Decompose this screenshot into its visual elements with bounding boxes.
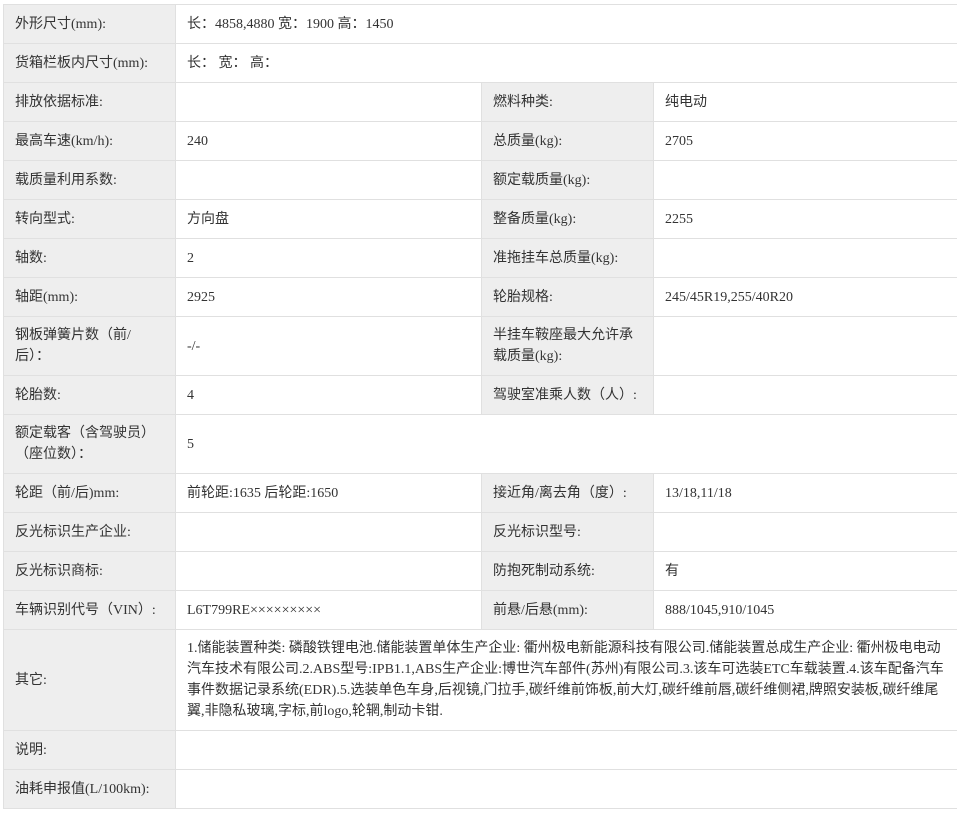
row-label: 轴距(mm): [4, 278, 176, 317]
row-value: 2 [176, 239, 482, 278]
row-label: 接近角/离去角（度）: [482, 474, 654, 513]
table-row: 说明: [4, 731, 957, 770]
row-label: 反光标识商标: [4, 552, 176, 591]
row-value: 2705 [654, 122, 957, 161]
row-value: 888/1045,910/1045 [654, 591, 957, 630]
row-value [176, 83, 482, 122]
table-row: 油耗申报值(L/100km): [4, 770, 957, 809]
row-label: 载质量利用系数: [4, 161, 176, 200]
row-value [654, 317, 957, 376]
row-label: 总质量(kg): [482, 122, 654, 161]
row-label: 轮距（前/后)mm: [4, 474, 176, 513]
row-label: 额定载客（含驾驶员）（座位数）： [4, 415, 176, 474]
row-value: 方向盘 [176, 200, 482, 239]
row-label: 转向型式: [4, 200, 176, 239]
table-row: 轮距（前/后)mm: 前轮距:1635 后轮距:1650 接近角/离去角（度）:… [4, 474, 957, 513]
table-row: 钢板弹簧片数（前/后）： -/- 半挂车鞍座最大允许承载质量(kg): [4, 317, 957, 376]
row-value [176, 770, 957, 809]
table-row: 载质量利用系数: 额定载质量(kg): [4, 161, 957, 200]
table-row: 轮胎数: 4 驾驶室准乘人数（人）: [4, 376, 957, 415]
row-value: 2925 [176, 278, 482, 317]
row-label: 外形尺寸(mm): [4, 5, 176, 44]
row-label: 驾驶室准乘人数（人）: [482, 376, 654, 415]
row-value: 1.储能装置种类: 磷酸铁锂电池.储能装置单体生产企业: 衢州极电新能源科技有限… [176, 630, 957, 731]
row-value: 有 [654, 552, 957, 591]
table-row: 车辆识别代号（VIN）: L6T799RE××××××××× 前悬/后悬(mm)… [4, 591, 957, 630]
row-label: 轮胎规格: [482, 278, 654, 317]
row-value: 4 [176, 376, 482, 415]
vehicle-spec-sheet: 外形尺寸(mm): 长：4858,4880 宽：1900 高：1450 货箱栏板… [3, 4, 954, 809]
row-label: 反光标识生产企业: [4, 513, 176, 552]
row-value [654, 161, 957, 200]
row-label: 额定载质量(kg): [482, 161, 654, 200]
row-value [654, 513, 957, 552]
row-label: 反光标识型号: [482, 513, 654, 552]
row-value [654, 239, 957, 278]
row-label: 整备质量(kg): [482, 200, 654, 239]
row-value: 240 [176, 122, 482, 161]
table-row: 外形尺寸(mm): 长：4858,4880 宽：1900 高：1450 [4, 5, 957, 44]
table-row: 额定载客（含驾驶员）（座位数）： 5 [4, 415, 957, 474]
row-value [176, 161, 482, 200]
table-row: 反光标识商标: 防抱死制动系统: 有 [4, 552, 957, 591]
row-label: 其它: [4, 630, 176, 731]
row-value: L6T799RE××××××××× [176, 591, 482, 630]
row-label: 油耗申报值(L/100km): [4, 770, 176, 809]
row-label: 钢板弹簧片数（前/后）： [4, 317, 176, 376]
row-label: 半挂车鞍座最大允许承载质量(kg): [482, 317, 654, 376]
table-row: 货箱栏板内尺寸(mm): 长： 宽： 高： [4, 44, 957, 83]
row-value [654, 376, 957, 415]
row-label: 前悬/后悬(mm): [482, 591, 654, 630]
table-row: 其它: 1.储能装置种类: 磷酸铁锂电池.储能装置单体生产企业: 衢州极电新能源… [4, 630, 957, 731]
row-value: -/- [176, 317, 482, 376]
row-value [176, 552, 482, 591]
row-value: 5 [176, 415, 957, 474]
row-label: 轴数: [4, 239, 176, 278]
row-value: 245/45R19,255/40R20 [654, 278, 957, 317]
table-row: 轴距(mm): 2925 轮胎规格: 245/45R19,255/40R20 [4, 278, 957, 317]
row-value: 前轮距:1635 后轮距:1650 [176, 474, 482, 513]
row-value: 13/18,11/18 [654, 474, 957, 513]
row-value [176, 731, 957, 770]
table-row: 最高车速(km/h): 240 总质量(kg): 2705 [4, 122, 957, 161]
spec-table: 外形尺寸(mm): 长：4858,4880 宽：1900 高：1450 货箱栏板… [3, 4, 957, 809]
row-value: 长： 宽： 高： [176, 44, 957, 83]
row-label: 车辆识别代号（VIN）: [4, 591, 176, 630]
row-label: 货箱栏板内尺寸(mm): [4, 44, 176, 83]
row-value [176, 513, 482, 552]
table-row: 轴数: 2 准拖挂车总质量(kg): [4, 239, 957, 278]
table-row: 反光标识生产企业: 反光标识型号: [4, 513, 957, 552]
row-value: 2255 [654, 200, 957, 239]
row-value: 纯电动 [654, 83, 957, 122]
row-value: 长：4858,4880 宽：1900 高：1450 [176, 5, 957, 44]
row-label: 准拖挂车总质量(kg): [482, 239, 654, 278]
row-label: 燃料种类: [482, 83, 654, 122]
table-row: 转向型式: 方向盘 整备质量(kg): 2255 [4, 200, 957, 239]
row-label: 说明: [4, 731, 176, 770]
row-label: 排放依据标准: [4, 83, 176, 122]
row-label: 防抱死制动系统: [482, 552, 654, 591]
row-label: 最高车速(km/h): [4, 122, 176, 161]
row-label: 轮胎数: [4, 376, 176, 415]
table-row: 排放依据标准: 燃料种类: 纯电动 [4, 83, 957, 122]
